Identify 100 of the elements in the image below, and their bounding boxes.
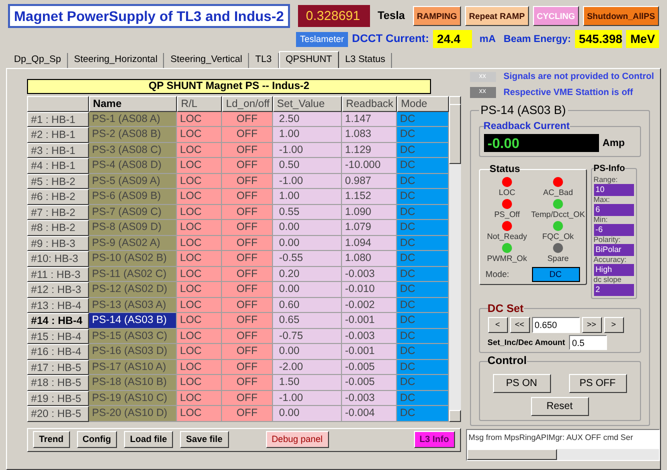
- table-cell[interactable]: PS-14 (AS03 B): [89, 313, 177, 328]
- table-cell: DC: [397, 298, 449, 313]
- table-cell: 0.00: [273, 236, 342, 251]
- step-button[interactable]: >: [604, 317, 624, 333]
- beam-value: 545.398: [574, 30, 622, 48]
- table-cell[interactable]: PS-3 (AS08 C): [89, 142, 177, 158]
- step-button[interactable]: <: [488, 317, 508, 333]
- row-header[interactable]: #6 : HB-2: [27, 189, 89, 204]
- toolbar-button[interactable]: Config: [76, 431, 118, 448]
- table-cell: OFF: [222, 313, 273, 328]
- info-value: High: [594, 264, 634, 276]
- table-cell: LOC: [177, 236, 222, 251]
- tesla-value: 0.328691: [298, 5, 370, 27]
- row-header[interactable]: #19 : HB-5: [27, 390, 89, 406]
- toolbar-button[interactable]: Load file: [124, 431, 174, 448]
- table-cell: OFF: [222, 236, 273, 251]
- tab[interactable]: Dp_Qp_Sp: [8, 53, 68, 68]
- table-cell: DC: [397, 406, 449, 422]
- row-header[interactable]: #16 : HB-4: [27, 344, 89, 360]
- table-cell[interactable]: PS-1 (AS08 A): [89, 112, 177, 127]
- info-value: 2: [594, 284, 634, 296]
- scrollbar[interactable]: [449, 96, 461, 422]
- table-cell[interactable]: PS-19 (AS10 C): [89, 390, 177, 406]
- row-header[interactable]: #18 : HB-5: [27, 375, 89, 390]
- row-header[interactable]: #12 : HB-3: [27, 282, 89, 298]
- teslameter-button[interactable]: Teslameter: [296, 32, 348, 46]
- table-title: QP SHUNT Magnet PS -- Indus-2: [27, 79, 431, 94]
- table-cell: 0.00: [273, 406, 342, 422]
- table-cell: DC: [397, 360, 449, 375]
- table-cell[interactable]: PS-13 (AS03 A): [89, 298, 177, 313]
- table-cell: 0.987: [342, 174, 397, 189]
- mode-button[interactable]: Repeat RAMP: [465, 6, 529, 26]
- row-header[interactable]: #9 : HB-3: [27, 236, 89, 251]
- step-button[interactable]: >>: [582, 317, 602, 333]
- mode-button[interactable]: RAMPING: [412, 6, 462, 26]
- row-header[interactable]: #11 : HB-3: [27, 266, 89, 282]
- mode-button[interactable]: Shutdown_AllPS: [583, 6, 659, 26]
- table-cell: LOC: [177, 189, 222, 204]
- table-cell[interactable]: PS-2 (AS08 B): [89, 127, 177, 142]
- table-cell: DC: [397, 251, 449, 266]
- beam-label: Beam Energy:: [504, 32, 571, 46]
- step-button[interactable]: <<: [510, 317, 530, 333]
- row-header[interactable]: #4 : HB-1: [27, 158, 89, 174]
- table-cell: -10.000: [342, 158, 397, 174]
- control-button[interactable]: PS ON: [492, 374, 551, 392]
- table-cell[interactable]: PS-5 (AS09 A): [89, 174, 177, 189]
- led-label: Not_Ready: [487, 231, 528, 243]
- row-header[interactable]: #3 : HB-1: [27, 142, 89, 158]
- row-header[interactable]: #2 : HB-1: [27, 127, 89, 142]
- table-cell[interactable]: PS-9 (AS02 A): [89, 236, 177, 251]
- scrollbar[interactable]: [466, 448, 659, 460]
- row-header[interactable]: #1 : HB-1: [27, 112, 89, 127]
- row-header[interactable]: #14 : HB-4: [27, 313, 89, 328]
- table-cell[interactable]: PS-6 (AS09 B): [89, 189, 177, 204]
- control-button[interactable]: PS OFF: [568, 374, 627, 392]
- control-title: Control: [488, 354, 527, 369]
- info-title: PS-Info: [594, 162, 626, 175]
- tab[interactable]: L3 Status: [339, 53, 392, 68]
- table-cell: -0.75: [273, 328, 342, 344]
- table-cell[interactable]: PS-17 (AS10 A): [89, 360, 177, 375]
- toolbar-button[interactable]: L3 Info: [414, 431, 455, 448]
- table-cell[interactable]: PS-15 (AS03 C): [89, 328, 177, 344]
- tab[interactable]: QPSHUNT: [278, 51, 340, 68]
- control-button[interactable]: Reset: [530, 396, 589, 416]
- table-cell[interactable]: PS-20 (AS10 D): [89, 406, 177, 422]
- tab[interactable]: Steering_Vertical: [164, 53, 250, 68]
- row-header[interactable]: #10: HB-3: [27, 251, 89, 266]
- toolbar-button[interactable]: Trend: [33, 431, 70, 448]
- row-header[interactable]: #15 : HB-4: [27, 328, 89, 344]
- tab[interactable]: Steering_Horizontal: [68, 53, 164, 68]
- amount-field[interactable]: 0.5: [569, 335, 608, 350]
- table-cell: LOC: [177, 158, 222, 174]
- table-cell: -0.001: [342, 313, 397, 328]
- column-header: Set_Value: [273, 96, 342, 112]
- table-cell: LOC: [177, 360, 222, 375]
- row-header[interactable]: #7 : HB-2: [27, 204, 89, 220]
- table-cell[interactable]: PS-12 (AS02 D): [89, 282, 177, 298]
- table-cell: DC: [397, 236, 449, 251]
- table-cell: 1.50: [273, 375, 342, 390]
- table-cell: OFF: [222, 204, 273, 220]
- beam-unit: MeV: [626, 30, 659, 48]
- table-cell[interactable]: PS-8 (AS09 D): [89, 220, 177, 236]
- table-cell[interactable]: PS-10 (AS02 B): [89, 251, 177, 266]
- row-header[interactable]: #5 : HB-2: [27, 174, 89, 189]
- table-cell[interactable]: PS-11 (AS02 C): [89, 266, 177, 282]
- table-cell[interactable]: PS-4 (AS08 D): [89, 158, 177, 174]
- toolbar-button[interactable]: Save file: [180, 431, 229, 448]
- row-header[interactable]: #20 : HB-5: [27, 406, 89, 422]
- dc-set-field[interactable]: 0.650: [532, 317, 580, 333]
- row-header[interactable]: #17 : HB-5: [27, 360, 89, 375]
- table-cell: OFF: [222, 344, 273, 360]
- row-header[interactable]: #13 : HB-4: [27, 298, 89, 313]
- table-cell[interactable]: PS-7 (AS09 C): [89, 204, 177, 220]
- table-cell: -0.003: [342, 266, 397, 282]
- table-cell[interactable]: PS-18 (AS10 B): [89, 375, 177, 390]
- toolbar-button[interactable]: Debug panel: [266, 431, 329, 448]
- table-cell: LOC: [177, 344, 222, 360]
- table-cell: DC: [397, 390, 449, 406]
- row-header[interactable]: #8 : HB-2: [27, 220, 89, 236]
- table-cell[interactable]: PS-16 (AS03 D): [89, 344, 177, 360]
